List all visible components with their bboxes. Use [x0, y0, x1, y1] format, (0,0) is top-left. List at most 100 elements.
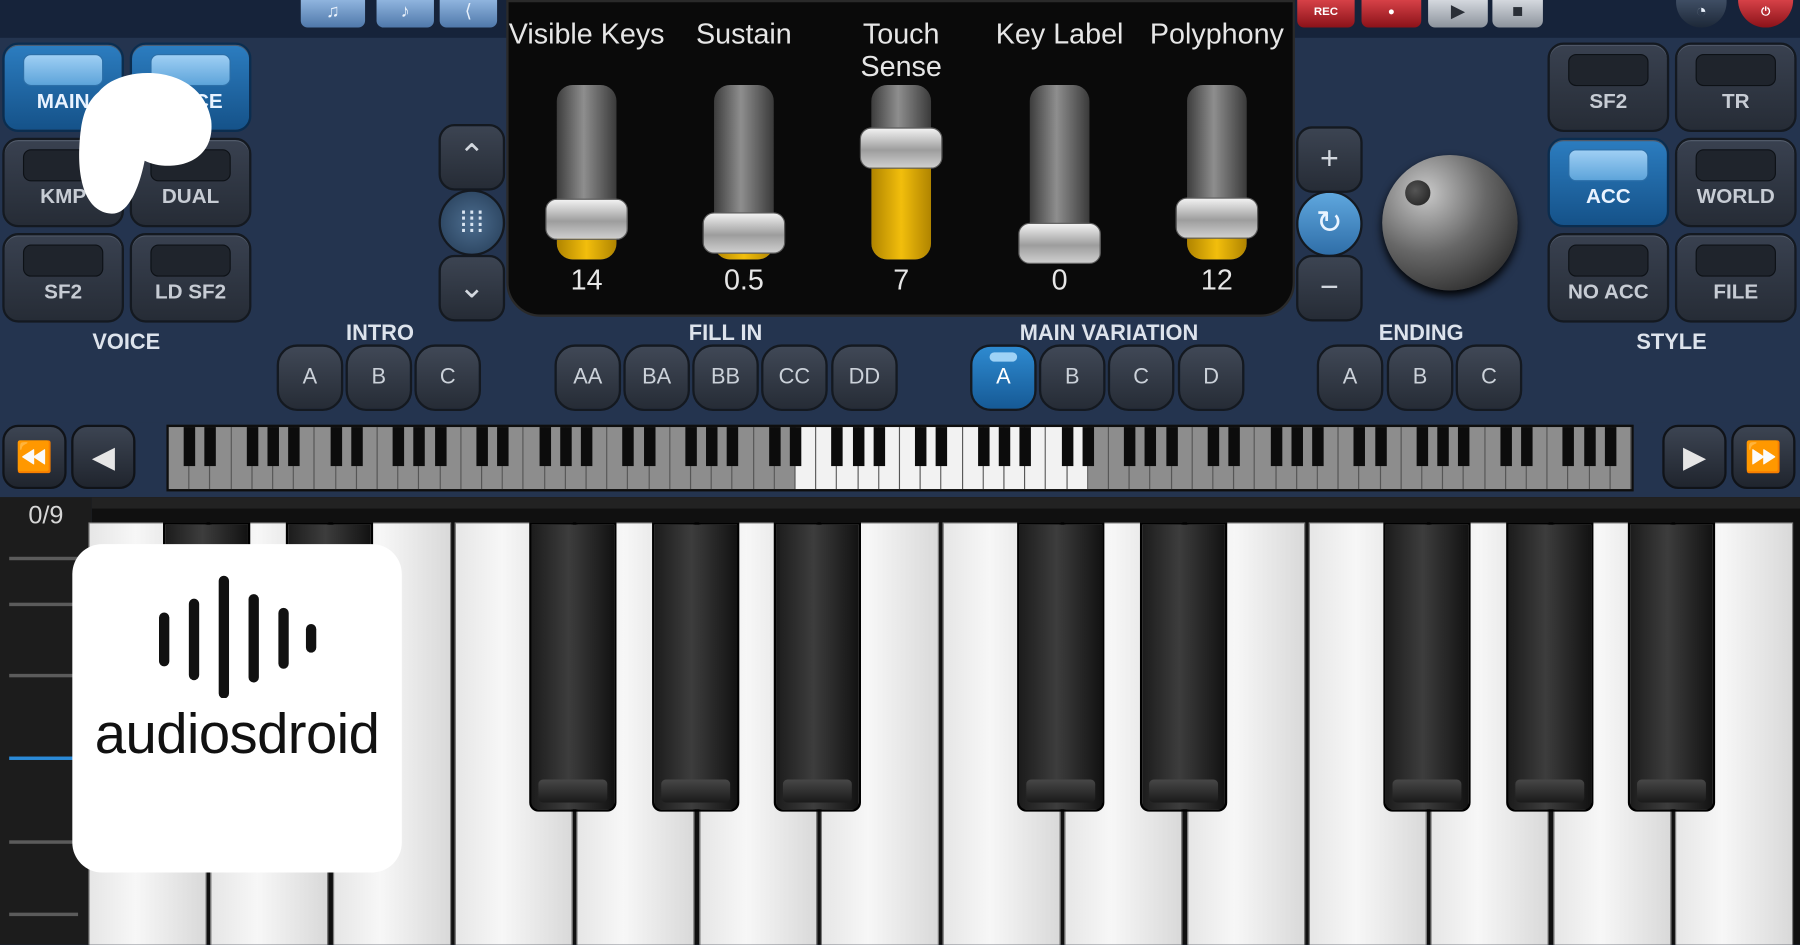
- led-indicator: [1568, 149, 1649, 182]
- mini-black-key: [1500, 427, 1512, 467]
- main-variation-d-button[interactable]: D: [1177, 344, 1245, 411]
- plus-icon[interactable]: +: [1296, 126, 1363, 193]
- songbook-icon[interactable]: ♪: [376, 0, 434, 28]
- black-key[interactable]: [529, 522, 617, 812]
- grid-menu-icon[interactable]: ⁞⁞⁞: [438, 189, 506, 257]
- black-key[interactable]: [773, 522, 861, 812]
- mini-black-key: [1082, 427, 1094, 467]
- mini-black-key: [1562, 427, 1575, 467]
- mini-black-key: [539, 427, 551, 467]
- scroll-tick: [9, 556, 79, 561]
- scroll-down-button[interactable]: ⌄: [438, 254, 506, 322]
- keyboard-navigator[interactable]: [166, 424, 1634, 492]
- slider-value: 0: [1051, 264, 1068, 297]
- mini-black-key: [1353, 427, 1366, 467]
- scroll-up-button[interactable]: ⌃: [438, 123, 506, 191]
- mini-black-key: [727, 427, 739, 467]
- mini-black-key: [1374, 427, 1387, 467]
- led-indicator: [22, 244, 104, 277]
- style-world-button[interactable]: WORLD: [1674, 137, 1797, 228]
- voice-ld-sf2-button[interactable]: LD SF2: [129, 233, 252, 323]
- led-indicator: [1695, 149, 1776, 182]
- main-variation-c-button[interactable]: C: [1107, 344, 1175, 411]
- mini-black-key: [789, 427, 802, 467]
- record-button[interactable]: REC: [1297, 0, 1355, 28]
- play-icon[interactable]: ▶: [1428, 0, 1488, 28]
- mini-black-key: [1291, 427, 1303, 467]
- mini-black-key: [852, 427, 864, 467]
- ending-a-button[interactable]: A: [1316, 344, 1384, 411]
- previous-icon[interactable]: ◀: [71, 424, 136, 490]
- reset-icon[interactable]: ↻: [1296, 190, 1363, 258]
- style-acc-button[interactable]: ACC: [1547, 137, 1670, 228]
- slider-polyphony: Polyphony 12: [1137, 18, 1298, 296]
- mini-black-key: [1583, 427, 1596, 467]
- mini-black-key: [998, 427, 1011, 467]
- style-no-acc-button[interactable]: NO ACC: [1547, 233, 1670, 323]
- black-key[interactable]: [1383, 522, 1471, 812]
- scroll-tick: [9, 840, 79, 844]
- next-icon[interactable]: ▶: [1662, 424, 1727, 490]
- mini-black-key: [1458, 427, 1470, 467]
- black-key[interactable]: [1505, 522, 1593, 812]
- audiosdroid-badge: audiosdroid: [72, 544, 402, 873]
- stop-icon[interactable]: ■: [1492, 0, 1543, 28]
- button-label: SF2: [1589, 89, 1628, 113]
- style-tr-button[interactable]: TR: [1674, 42, 1797, 133]
- slider-thumb[interactable]: [1018, 222, 1101, 265]
- waveform-logo-icon: [158, 575, 317, 698]
- volume-knob[interactable]: [1382, 154, 1518, 291]
- slider-value: 14: [570, 264, 603, 297]
- slider-thumb[interactable]: [859, 127, 943, 169]
- slider-thumb[interactable]: [702, 212, 786, 255]
- button-label: WORLD: [1696, 184, 1775, 208]
- slider-value: 7: [893, 264, 910, 297]
- fill-dd-button[interactable]: DD: [831, 344, 898, 411]
- share-icon[interactable]: ⟨: [439, 0, 498, 28]
- black-key[interactable]: [1139, 522, 1227, 812]
- intro-a-button[interactable]: A: [276, 344, 344, 411]
- main-variation-a-button[interactable]: A: [970, 344, 1037, 411]
- style-section-title: STYLE: [1636, 330, 1707, 355]
- mini-black-key: [977, 427, 990, 467]
- fill-cc-button[interactable]: CC: [761, 344, 828, 411]
- mini-black-key: [580, 427, 593, 467]
- black-key[interactable]: [1017, 522, 1105, 812]
- slider-label: Visible Keys: [508, 18, 665, 51]
- voice-sf2-button[interactable]: SF2: [2, 233, 124, 323]
- mini-black-key: [267, 427, 279, 467]
- ending-c-button[interactable]: C: [1455, 344, 1523, 411]
- main-variation-b-button[interactable]: B: [1038, 344, 1106, 411]
- style-file-button[interactable]: FILE: [1674, 233, 1797, 323]
- fill-ba-button[interactable]: BA: [623, 344, 690, 411]
- fast-forward-icon[interactable]: ⏩: [1731, 424, 1796, 490]
- mini-black-key: [1604, 427, 1617, 467]
- black-key[interactable]: [1627, 522, 1715, 812]
- power-icon[interactable]: ⏻: [1738, 0, 1794, 28]
- mini-black-key: [1207, 427, 1220, 467]
- slider-label: Sustain: [696, 18, 792, 51]
- slider-sustain: Sustain 0.5: [664, 18, 825, 296]
- style-sf2-button[interactable]: SF2: [1547, 42, 1670, 133]
- music-note-icon[interactable]: ♫: [300, 0, 366, 28]
- metronome-icon[interactable]: ◔: [1676, 0, 1727, 28]
- mini-black-key: [936, 427, 948, 467]
- ending-section-title: ENDING: [1378, 321, 1464, 346]
- slider-thumb[interactable]: [545, 198, 628, 240]
- intro-c-button[interactable]: C: [414, 344, 482, 411]
- fill-bb-button[interactable]: BB: [692, 344, 759, 411]
- black-key[interactable]: [651, 522, 739, 812]
- fast-rewind-icon[interactable]: ⏪: [2, 424, 67, 490]
- mini-black-key: [1437, 427, 1449, 467]
- fill-aa-button[interactable]: AA: [554, 344, 622, 411]
- minus-icon[interactable]: −: [1296, 254, 1363, 322]
- button-label: SF2: [44, 280, 83, 304]
- ending-b-button[interactable]: B: [1386, 344, 1454, 411]
- slider-label: Polyphony: [1149, 18, 1284, 51]
- slider-thumb[interactable]: [1175, 197, 1259, 239]
- main-variation-section-title: MAIN VARIATION: [1019, 321, 1199, 346]
- settings-slider-panel: Visible Keys 14 Sustain 0.5 Touch Sense …: [506, 0, 1295, 317]
- stop-record-button[interactable]: ●: [1361, 0, 1422, 28]
- slider-track[interactable]: [871, 84, 932, 260]
- intro-b-button[interactable]: B: [345, 344, 413, 411]
